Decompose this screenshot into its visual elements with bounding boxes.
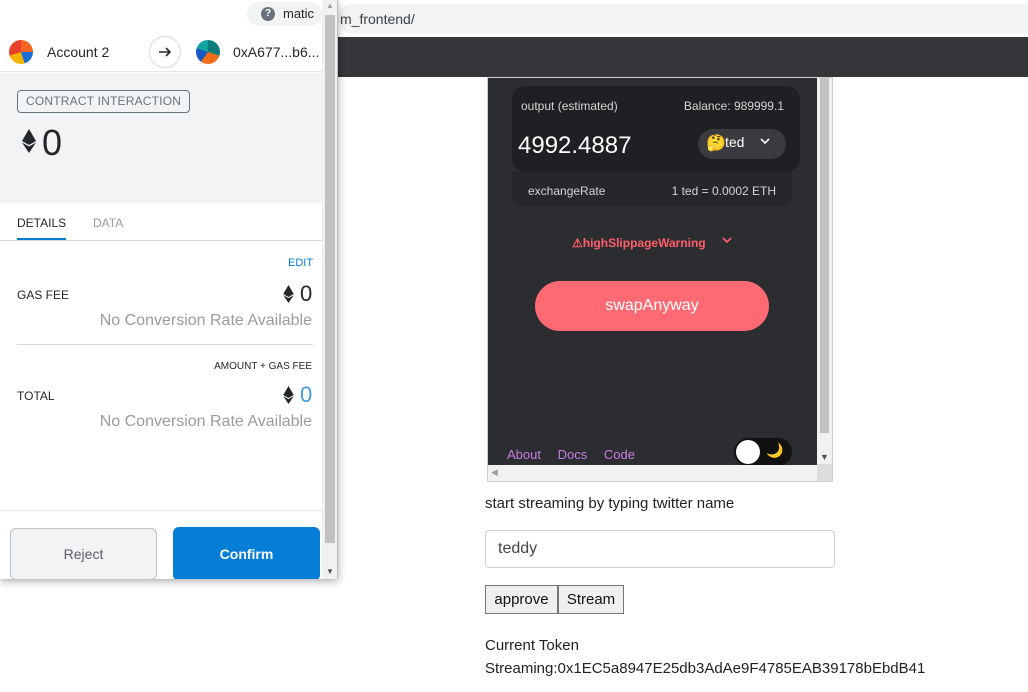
exchange-rate-row: exchangeRate 1 ted = 0.0002 ETH [512, 172, 792, 206]
url-text: m_frontend/ [340, 11, 415, 27]
current-token-label: Current Token [485, 637, 579, 654]
gas-fee-value: 0 [300, 281, 313, 306]
network-name: matic [283, 6, 315, 21]
total-value: 0 [300, 382, 313, 407]
swap-anyway-button[interactable]: swapAnyway [535, 281, 769, 331]
network-indicator[interactable]: ? matic [247, 2, 322, 26]
about-link[interactable]: About [507, 447, 541, 462]
stream-prompt: start streaming by typing twitter name [485, 495, 735, 512]
token-select[interactable]: 🤔 ted [698, 129, 786, 159]
footer-divider [0, 510, 322, 511]
scroll-up-arrow-icon[interactable]: ▲ [326, 1, 334, 10]
to-account-avatar [196, 40, 220, 64]
footer-links: About Docs Code [507, 447, 648, 462]
warning-chevron-icon[interactable] [720, 233, 734, 250]
exchange-rate-label: exchangeRate [528, 184, 606, 198]
eth-icon [22, 129, 36, 159]
transaction-amount: 0 [42, 122, 63, 163]
approve-button[interactable]: approve [485, 585, 558, 614]
toggle-knob [736, 440, 760, 464]
scroll-down-arrow-icon[interactable]: ▼ [820, 452, 829, 462]
contract-interaction-badge: CONTRACT INTERACTION [17, 90, 191, 113]
gas-no-conversion-text: No Conversion Rate Available [99, 312, 312, 329]
detail-tabs: DETAILS DATA [0, 203, 322, 241]
scroll-down-arrow-icon[interactable]: ▼ [326, 567, 334, 576]
token-name: ted [725, 134, 745, 150]
to-address[interactable]: 0xA677...b6... [233, 44, 319, 60]
dapp-frame: output (estimated) Balance: 989999.1 499… [487, 77, 833, 482]
account-transfer-row: Account 2 0xA677...b6... [0, 32, 322, 72]
scrollbar-thumb[interactable] [820, 78, 829, 433]
popup-scrollbar-thumb[interactable] [325, 15, 335, 543]
total-no-conversion-text: No Conversion Rate Available [99, 413, 312, 430]
arrow-right-icon [149, 36, 181, 68]
metamask-popup: ? matic Account 2 0xA677...b6... CONTRAC… [0, 0, 338, 579]
output-amount: 4992.4887 [518, 132, 632, 159]
from-account-name: Account 2 [47, 44, 110, 60]
stream-button[interactable]: Stream [558, 585, 624, 614]
thinking-face-icon: 🤔 [706, 135, 726, 152]
output-label: output (estimated) [521, 99, 618, 113]
eth-icon [283, 285, 294, 308]
chevron-down-icon [758, 134, 772, 151]
scroll-left-arrow-icon[interactable]: ◀ [491, 467, 498, 478]
dapp-vertical-scrollbar[interactable]: ▼ [817, 78, 832, 466]
tab-data[interactable]: DATA [93, 216, 123, 230]
tab-details[interactable]: DETAILS [17, 216, 67, 240]
scrollbar-corner [817, 464, 832, 481]
dapp-horizontal-scrollbar[interactable]: ◀ [488, 465, 819, 481]
from-account-avatar [9, 40, 33, 64]
moon-icon: 🌙 [766, 442, 784, 458]
popup-scrollbar[interactable]: ▲ ▼ [322, 0, 337, 579]
gas-fee-label: GAS FEE [17, 288, 70, 302]
total-label: TOTAL [17, 389, 55, 403]
divider [17, 344, 313, 345]
edit-gas-link[interactable]: EDIT [288, 257, 313, 269]
twitter-name-input[interactable] [485, 530, 835, 568]
transaction-summary: CONTRACT INTERACTION 0 [0, 73, 322, 203]
confirm-button[interactable]: Confirm [173, 527, 320, 579]
help-icon: ? [261, 7, 275, 21]
reject-button[interactable]: Reject [10, 528, 157, 579]
amount-gas-fee-label: AMOUNT + GAS FEE [214, 361, 312, 372]
theme-toggle[interactable]: 🌙 [734, 438, 792, 466]
current-token-info: Current Token Streaming:0x1EC5a8947E25db… [485, 634, 1025, 680]
docs-link[interactable]: Docs [558, 447, 588, 462]
current-token-address: Streaming:0x1EC5a8947E25db3AdAe9F4785EAB… [485, 660, 926, 677]
eth-icon [283, 386, 294, 409]
slippage-warning[interactable]: ⚠highSlippageWarning [572, 236, 706, 250]
code-link[interactable]: Code [604, 447, 635, 462]
address-bar[interactable]: m_frontend/ [338, 4, 1028, 34]
balance-text: Balance: 989999.1 [683, 99, 784, 113]
output-card: output (estimated) Balance: 989999.1 499… [512, 86, 800, 172]
page-header-bar [338, 37, 1028, 77]
exchange-rate-value: 1 ted = 0.0002 ETH [671, 184, 776, 198]
